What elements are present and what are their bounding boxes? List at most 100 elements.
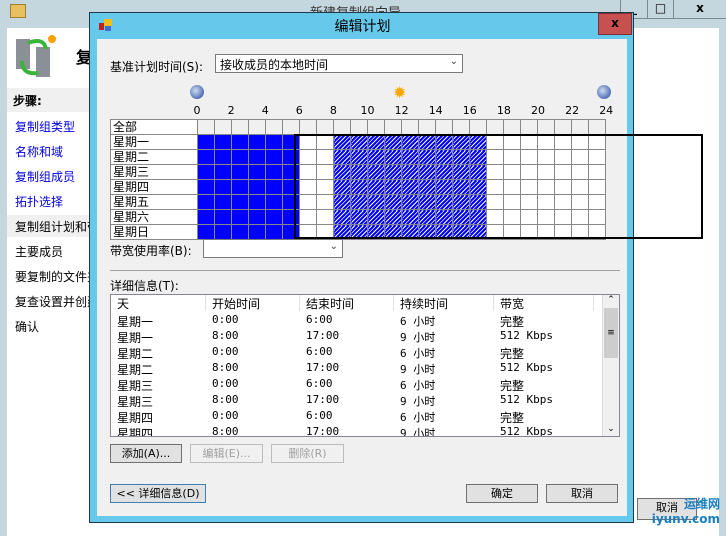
grid-day-row[interactable]: 星期四 <box>110 179 606 195</box>
hour-cell[interactable] <box>265 164 283 180</box>
column-header[interactable]: 天 <box>111 295 206 311</box>
hour-cell[interactable] <box>350 179 368 195</box>
hour-cell[interactable] <box>554 194 572 210</box>
hour-cell[interactable] <box>214 119 232 135</box>
hour-cell[interactable] <box>197 149 215 165</box>
hour-cell[interactable] <box>503 209 521 225</box>
hour-cell[interactable] <box>265 119 283 135</box>
hour-cell[interactable] <box>333 179 351 195</box>
hour-cell[interactable] <box>248 134 266 150</box>
hour-cell[interactable] <box>333 134 351 150</box>
hour-cell[interactable] <box>248 149 266 165</box>
hour-cell[interactable] <box>452 209 470 225</box>
hour-cell[interactable] <box>588 134 606 150</box>
row-label[interactable]: 星期四 <box>110 179 198 195</box>
hour-cell[interactable] <box>418 164 436 180</box>
hour-cell[interactable] <box>282 194 300 210</box>
hour-cell[interactable] <box>401 164 419 180</box>
hour-cell[interactable] <box>435 149 453 165</box>
hour-cell[interactable] <box>435 209 453 225</box>
hour-cell[interactable] <box>333 209 351 225</box>
hour-cell[interactable] <box>503 179 521 195</box>
hour-cell[interactable] <box>316 149 334 165</box>
hour-cell[interactable] <box>282 149 300 165</box>
hour-cell[interactable] <box>197 209 215 225</box>
hour-cell[interactable] <box>503 134 521 150</box>
list-row[interactable]: 星期四 0:00 6:00 6 小时 完整 <box>111 408 601 425</box>
hour-cell[interactable] <box>384 164 402 180</box>
list-row[interactable]: 星期四 8:00 17:00 9 小时 512 Kbps <box>111 424 601 436</box>
hour-cell[interactable] <box>588 164 606 180</box>
hour-cell[interactable] <box>231 164 249 180</box>
grid-day-row[interactable]: 星期日 <box>110 224 606 240</box>
grid-all-row[interactable]: 全部 <box>110 119 606 135</box>
hour-cell[interactable] <box>350 224 368 240</box>
hour-cell[interactable] <box>350 209 368 225</box>
hour-cell[interactable] <box>231 149 249 165</box>
grid-day-row[interactable]: 星期一 <box>110 134 606 150</box>
hour-cell[interactable] <box>214 164 232 180</box>
hour-cell[interactable] <box>537 194 555 210</box>
grid-day-row[interactable]: 星期三 <box>110 164 606 180</box>
hour-cell[interactable] <box>248 119 266 135</box>
hour-cell[interactable] <box>435 194 453 210</box>
hour-cell[interactable] <box>214 179 232 195</box>
hour-cell[interactable] <box>214 209 232 225</box>
hour-cell[interactable] <box>231 179 249 195</box>
hour-cell[interactable] <box>248 209 266 225</box>
base-time-select[interactable]: 接收成员的本地时间 ⌄ <box>215 54 463 73</box>
hour-cell[interactable] <box>435 164 453 180</box>
hour-cell[interactable] <box>452 134 470 150</box>
hour-cell[interactable] <box>435 179 453 195</box>
delete-button[interactable]: 删除(R) <box>271 444 344 463</box>
hour-cell[interactable] <box>537 119 555 135</box>
hour-cell[interactable] <box>401 134 419 150</box>
hour-cell[interactable] <box>418 194 436 210</box>
hour-cell[interactable] <box>486 149 504 165</box>
hour-cell[interactable] <box>265 179 283 195</box>
step-item[interactable]: 名称和域 <box>15 143 90 160</box>
hour-cell[interactable] <box>384 119 402 135</box>
hour-cell[interactable] <box>197 194 215 210</box>
hour-cell[interactable] <box>452 149 470 165</box>
hour-cell[interactable] <box>316 179 334 195</box>
list-row[interactable]: 星期一 0:00 6:00 6 小时 完整 <box>111 312 601 329</box>
hour-cell[interactable] <box>282 179 300 195</box>
hour-cell[interactable] <box>214 194 232 210</box>
hour-cell[interactable] <box>231 134 249 150</box>
hour-cell[interactable] <box>265 224 283 240</box>
hour-cell[interactable] <box>435 224 453 240</box>
hour-cell[interactable] <box>520 149 538 165</box>
hour-cell[interactable] <box>554 149 572 165</box>
hour-cell[interactable] <box>588 119 606 135</box>
hour-cell[interactable] <box>316 194 334 210</box>
hour-cell[interactable] <box>418 209 436 225</box>
step-item[interactable]: 复制组类型 <box>15 118 90 135</box>
hour-cell[interactable] <box>435 119 453 135</box>
hour-cell[interactable] <box>299 164 317 180</box>
hour-cell[interactable] <box>299 149 317 165</box>
dialog-close-button[interactable]: x <box>598 13 632 35</box>
hour-cell[interactable] <box>537 224 555 240</box>
hour-cell[interactable] <box>469 119 487 135</box>
row-label[interactable]: 星期二 <box>110 149 198 165</box>
hour-cell[interactable] <box>197 164 215 180</box>
hour-cell[interactable] <box>367 164 385 180</box>
column-header[interactable]: 开始时间 <box>206 295 300 311</box>
hour-cell[interactable] <box>520 164 538 180</box>
hour-cell[interactable] <box>299 194 317 210</box>
hour-cell[interactable] <box>367 134 385 150</box>
grid-day-row[interactable]: 星期六 <box>110 209 606 225</box>
hour-cell[interactable] <box>384 194 402 210</box>
bandwidth-select[interactable]: ⌄ <box>203 239 343 258</box>
hour-cell[interactable] <box>299 209 317 225</box>
hour-cell[interactable] <box>282 119 300 135</box>
hour-cell[interactable] <box>350 149 368 165</box>
hour-cell[interactable] <box>503 149 521 165</box>
scroll-down-icon[interactable]: ⌄ <box>603 424 619 434</box>
hour-cell[interactable] <box>367 209 385 225</box>
hour-cell[interactable] <box>248 194 266 210</box>
hour-cell[interactable] <box>384 179 402 195</box>
hour-cell[interactable] <box>503 194 521 210</box>
step-item[interactable]: 拓扑选择 <box>15 193 90 210</box>
